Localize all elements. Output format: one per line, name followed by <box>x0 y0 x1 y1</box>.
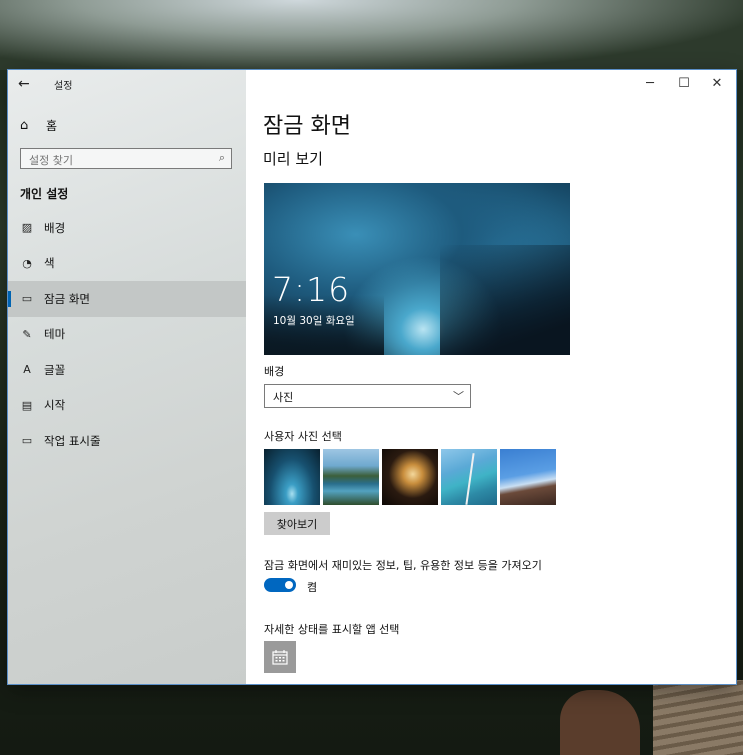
theme-icon: ✎ <box>22 327 32 341</box>
back-arrow-icon[interactable]: ← <box>18 75 36 93</box>
sidebar-item-label: 배경 <box>44 220 66 235</box>
sidebar-item-label: 작업 표시줄 <box>44 433 101 448</box>
photo-thumbnail-cave-beach[interactable] <box>382 449 438 505</box>
preview-time: 7:16 <box>272 270 351 309</box>
preview-rock-right <box>440 245 570 355</box>
sidebar-item-background[interactable]: ▨ 배경 <box>8 210 246 246</box>
sidebar: ⌂ 홈 ⌕ 개인 설정 ▨ 배경 ◔ 색 ▭ 잠금 화면 ✎ 테마 <box>8 70 246 684</box>
chevron-down-icon: ﹀ <box>453 390 464 403</box>
search-icon[interactable]: ⌕ <box>219 151 225 165</box>
toggle-knob <box>285 581 293 589</box>
maximize-button[interactable]: ☐ <box>669 74 699 94</box>
desktop-background <box>0 0 743 70</box>
home-link[interactable]: ⌂ 홈 <box>20 115 57 135</box>
fun-facts-toggle[interactable] <box>264 578 296 592</box>
sidebar-item-taskbar[interactable]: ▭ 작업 표시줄 <box>8 423 246 459</box>
start-icon: ▤ <box>21 398 33 412</box>
detailed-status-label: 자세한 상태를 표시할 앱 선택 <box>264 623 400 636</box>
window-title: 설정 <box>54 81 73 92</box>
fun-facts-label: 잠금 화면에서 재미있는 정보, 팁, 유용한 정보 등을 가져오기 <box>264 559 542 572</box>
lock-screen-preview: 7:16 10월 30일 화요일 <box>264 183 570 355</box>
sidebar-item-label: 잠금 화면 <box>44 291 90 306</box>
desktop-background-log <box>560 690 640 755</box>
title-bar: ← 설정 ─ ☐ ✕ <box>8 70 736 98</box>
lock-screen-icon: ▭ <box>21 292 33 306</box>
background-dropdown-value: 사진 <box>273 391 294 404</box>
choose-photo-label: 사용자 사진 선택 <box>264 430 342 443</box>
palette-icon: ◔ <box>22 256 32 270</box>
sidebar-item-lock-screen[interactable]: ▭ 잠금 화면 <box>8 281 246 317</box>
browse-button[interactable]: 찾아보기 <box>264 512 330 535</box>
sidebar-item-themes[interactable]: ✎ 테마 <box>8 317 246 353</box>
page-title: 잠금 화면 <box>263 114 351 139</box>
calendar-icon <box>272 650 288 665</box>
background-dropdown[interactable]: 사진 ﹀ <box>264 384 471 408</box>
home-label: 홈 <box>46 118 58 133</box>
sidebar-nav: ▨ 배경 ◔ 색 ▭ 잠금 화면 ✎ 테마 A 글꼴 ▤ 시작 ▭ 작업 표시줄 <box>8 210 246 459</box>
preview-date: 10월 30일 화요일 <box>273 315 355 327</box>
photo-thumbnails <box>264 449 556 505</box>
photo-thumbnail-lake[interactable] <box>323 449 379 505</box>
taskbar-icon: ▭ <box>21 434 33 448</box>
settings-window: ⌂ 홈 ⌕ 개인 설정 ▨ 배경 ◔ 색 ▭ 잠금 화면 ✎ 테마 <box>8 70 736 684</box>
photo-thumbnail-lagoon[interactable] <box>441 449 497 505</box>
picture-icon: ▨ <box>21 221 33 235</box>
photo-thumbnail-sky[interactable] <box>500 449 556 505</box>
desktop-background-deck <box>653 680 743 755</box>
photo-thumbnail-ice-cave[interactable] <box>264 449 320 505</box>
sidebar-item-label: 시작 <box>44 398 66 413</box>
sidebar-item-label: 테마 <box>44 327 66 342</box>
sidebar-item-label: 글꼴 <box>44 362 66 377</box>
calendar-app-button[interactable] <box>264 641 296 673</box>
minimize-button[interactable]: ─ <box>635 74 665 94</box>
background-label: 배경 <box>264 365 285 378</box>
toggle-state-label: 켬 <box>307 581 318 594</box>
section-title: 개인 설정 <box>20 187 69 201</box>
close-button[interactable]: ✕ <box>702 74 732 94</box>
sidebar-item-fonts[interactable]: A 글꼴 <box>8 352 246 388</box>
font-icon: A <box>23 363 31 377</box>
sidebar-item-colors[interactable]: ◔ 색 <box>8 246 246 282</box>
search-input[interactable] <box>21 151 209 170</box>
home-icon: ⌂ <box>20 117 29 133</box>
search-box[interactable]: ⌕ <box>20 148 232 170</box>
sidebar-item-start[interactable]: ▤ 시작 <box>8 388 246 424</box>
sidebar-item-label: 색 <box>44 256 55 271</box>
preview-heading: 미리 보기 <box>263 150 323 168</box>
